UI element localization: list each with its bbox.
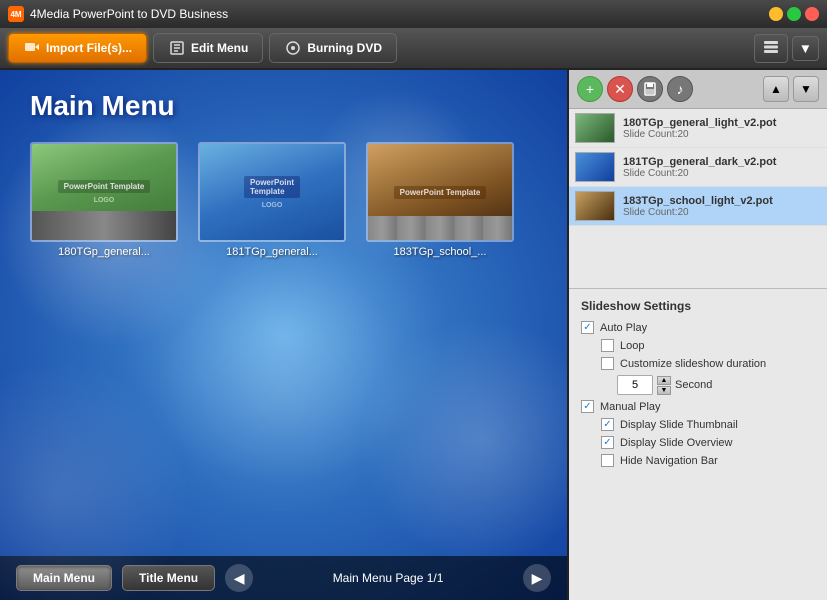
title-bar: 4M 4Media PowerPoint to DVD Business [0,0,827,28]
thumbnail-label-3: 183TGp_school_... [394,246,487,258]
preview-bottom-bar: Main Menu Title Menu ◀ Main Menu Page 1/… [0,556,567,600]
auto-play-label: Auto Play [600,322,647,334]
right-panel: + ✕ ♪ ▲ ▼ 180TGp_general_light_v2.pot Sl… [567,70,827,600]
file-count-2: Slide Count:20 [623,168,821,179]
thumbnail-image-2: PowerPointTemplate LOGO [198,142,346,242]
move-up-button[interactable]: ▲ [763,76,789,102]
file-name-1: 180TGp_general_light_v2.pot [623,117,821,129]
main-menu-button[interactable]: Main Menu [16,565,112,591]
settings-section: Slideshow Settings Auto Play Loop Custom… [569,289,827,482]
hide-nav-bar-checkbox[interactable] [601,454,614,467]
music-button[interactable]: ♪ [667,76,693,102]
hide-nav-bar-row: Hide Navigation Bar [581,454,815,467]
auto-play-row: Auto Play [581,321,815,334]
maximize-button[interactable] [787,7,801,21]
file-list[interactable]: 180TGp_general_light_v2.pot Slide Count:… [569,109,827,289]
window-controls [769,7,819,21]
display-overview-row: Display Slide Overview [581,436,815,449]
file-thumb-1 [575,113,615,143]
display-thumbnail-row: Display Slide Thumbnail [581,418,815,431]
edit-menu-button[interactable]: Edit Menu [153,33,263,63]
duration-down-button[interactable]: ▼ [657,386,671,395]
file-thumb-2 [575,152,615,182]
burning-icon [284,39,302,57]
auto-play-checkbox[interactable] [581,321,594,334]
loop-label: Loop [620,340,644,352]
right-toolbar: + ✕ ♪ ▲ ▼ [569,70,827,109]
manual-play-label: Manual Play [600,401,661,413]
settings-title: Slideshow Settings [581,299,815,313]
thumbnail-label-1: 180TGp_general... [58,246,150,258]
remove-file-button[interactable]: ✕ [607,76,633,102]
thumbnail-image-1: PowerPoint Template LOGO [30,142,178,242]
file-item-1[interactable]: 180TGp_general_light_v2.pot Slide Count:… [569,109,827,148]
duration-input[interactable] [617,375,653,395]
file-thumb-3 [575,191,615,221]
loop-checkbox[interactable] [601,339,614,352]
customize-duration-label: Customize slideshow duration [620,358,766,370]
manual-play-row: Manual Play [581,400,815,413]
thumbnail-item-3[interactable]: PowerPoint Template 183TGp_school_... [366,142,514,546]
thumbnails-grid: PowerPoint Template LOGO 180TGp_general.… [0,132,567,556]
page-label: Main Menu Page 1/1 [263,571,513,585]
next-page-button[interactable]: ▶ [523,564,551,592]
duration-unit-label: Second [675,379,712,391]
save-file-button[interactable] [637,76,663,102]
thumbnail-image-3: PowerPoint Template [366,142,514,242]
settings-button[interactable] [754,34,788,63]
move-down-button[interactable]: ▼ [793,76,819,102]
display-overview-label: Display Slide Overview [620,437,732,449]
file-name-2: 181TGp_general_dark_v2.pot [623,156,821,168]
prev-page-button[interactable]: ◀ [225,564,253,592]
duration-row: ▲ ▼ Second [581,375,815,395]
main-toolbar: Import File(s)... Edit Menu Burning DVD … [0,28,827,70]
display-overview-checkbox[interactable] [601,436,614,449]
close-button[interactable] [805,7,819,21]
display-thumbnail-checkbox[interactable] [601,418,614,431]
main-layout: Main Menu PowerPoint Template LOGO 180TG… [0,70,827,600]
file-count-3: Slide Count:20 [623,207,821,218]
display-thumbnail-label: Display Slide Thumbnail [620,419,738,431]
duration-up-button[interactable]: ▲ [657,376,671,385]
import-icon [23,39,41,57]
file-item-3[interactable]: 183TGp_school_light_v2.pot Slide Count:2… [569,187,827,226]
thumbnail-item-1[interactable]: PowerPoint Template LOGO 180TGp_general.… [30,142,178,546]
window-title: 4Media PowerPoint to DVD Business [30,7,763,21]
minimize-button[interactable] [769,7,783,21]
customize-duration-row: Customize slideshow duration [581,357,815,370]
file-count-1: Slide Count:20 [623,129,821,140]
hide-nav-bar-label: Hide Navigation Bar [620,455,718,467]
burning-dvd-button[interactable]: Burning DVD [269,33,397,63]
toolbar-right-controls: ▼ [754,34,819,63]
add-file-button[interactable]: + [577,76,603,102]
main-menu-title: Main Menu [0,70,567,132]
preview-panel: Main Menu PowerPoint Template LOGO 180TG… [0,70,567,600]
customize-duration-checkbox[interactable] [601,357,614,370]
thumbnail-item-2[interactable]: PowerPointTemplate LOGO 181TGp_general..… [198,142,346,546]
file-name-3: 183TGp_school_light_v2.pot [623,195,821,207]
manual-play-checkbox[interactable] [581,400,594,413]
edit-menu-icon [168,39,186,57]
title-menu-button[interactable]: Title Menu [122,565,215,591]
app-icon: 4M [8,6,24,22]
import-files-button[interactable]: Import File(s)... [8,33,147,63]
loop-row: Loop [581,339,815,352]
dropdown-arrow-button[interactable]: ▼ [792,36,819,61]
thumbnail-label-2: 181TGp_general... [226,246,318,258]
file-item-2[interactable]: 181TGp_general_dark_v2.pot Slide Count:2… [569,148,827,187]
